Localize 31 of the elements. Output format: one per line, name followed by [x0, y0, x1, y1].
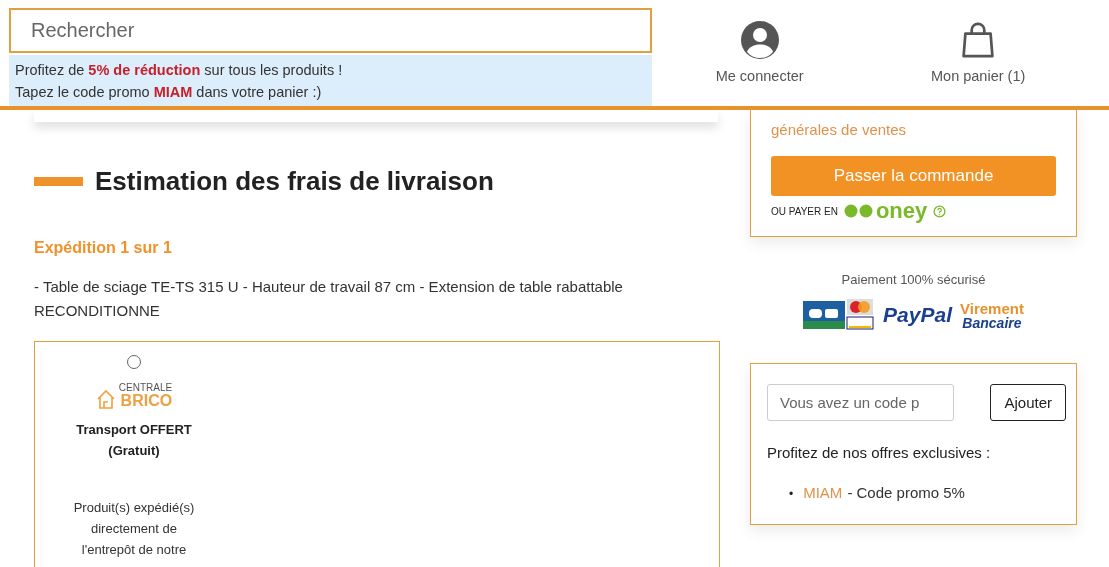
bank-transfer-logo: Bancaire: [962, 315, 1022, 330]
option-title: Transport OFFERT: [76, 421, 192, 439]
product-description: - Table de sciage TE-TS 315 U - Hauteur de travail 87 cm - Extension de table rabattable RECONDITIONNE: [34, 277, 624, 321]
logo-text: CENTRALE: [118, 383, 173, 393]
logo-text: BRICO: [120, 393, 173, 409]
option-price: (Gratuit): [108, 442, 160, 460]
search-field[interactable]: Rechercher: [9, 8, 652, 53]
section-title: Estimation des frais de livraison: [95, 166, 494, 197]
paypal-logo: PayPal: [883, 303, 952, 327]
pay-later-label: OU PAYER EN: [771, 205, 838, 217]
promo-code-field[interactable]: Vous avez un code p: [767, 384, 954, 421]
promo-text: Profitez de 5% de réduction sur tous les produits !: [15, 61, 344, 80]
bullet: •: [789, 486, 794, 503]
installment-icon: [843, 204, 874, 218]
house-icon: [95, 389, 116, 409]
header-link[interactable]: Mon panier (1): [931, 20, 1026, 106]
shipment-label: Expédition 1 sur 1: [34, 239, 173, 257]
header-link[interactable]: Me connecter: [715, 20, 804, 106]
offers-title: Profitez de nos offres exclusives :: [767, 444, 992, 461]
add-button[interactable]: Ajouter: [990, 384, 1066, 421]
help-icon[interactable]: [933, 204, 947, 218]
secure-payment-text: Paiement 100% sécurisé: [840, 272, 987, 287]
bank-transfer-logo: Virement: [960, 300, 1024, 316]
card-logos-icon: [803, 299, 876, 331]
option-description: Produit(s) expédié(s) directement de l'entrepôt de notre: [72, 499, 196, 559]
offer-text: - Code promo 5%: [847, 483, 965, 503]
promo-text: Tapez le code promo MIAM dans votre panier :): [15, 83, 323, 102]
heading-bar: [34, 177, 83, 186]
shopping-bag-icon: [960, 20, 997, 60]
account-icon: [739, 20, 780, 60]
oney-logo: oney: [875, 200, 928, 222]
